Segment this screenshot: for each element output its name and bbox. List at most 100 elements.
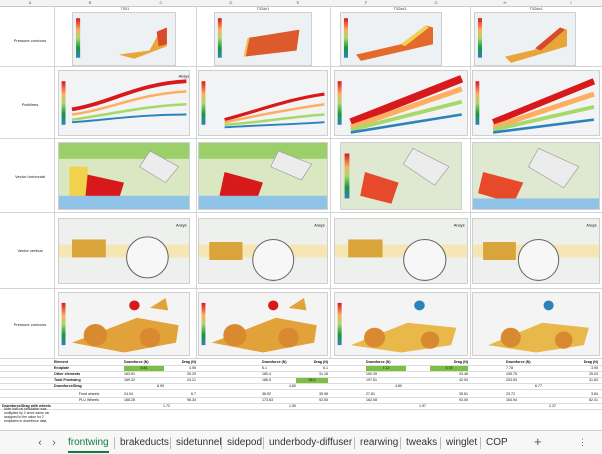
more-sheets-icon[interactable]: ⋮ [578,437,587,448]
sim-image-pressure-wing-3[interactable] [340,12,442,66]
cell[interactable]: 6.77 [506,384,542,389]
cell[interactable]: 197.51 [366,378,402,383]
cell[interactable]: 4.60 [366,384,402,389]
sim-image-pathlines-1[interactable]: Ansys [58,70,190,136]
cell[interactable]: 93.05 [436,398,468,403]
sim-image-pathlines-2[interactable] [198,70,328,136]
cell[interactable]: 163.51 [124,372,164,377]
sim-image-vector-vertical-2[interactable]: Ansys [198,218,328,284]
cell[interactable]: 6.1 [298,366,328,371]
sim-image-vector-horizontal-1[interactable] [58,142,190,210]
cell[interactable]: 23.72 [506,392,542,397]
col-header-b[interactable]: B [54,0,126,7]
cell[interactable]: 5.81 [124,366,164,371]
cell[interactable]: 3.84 [568,392,598,397]
col-header-g[interactable]: G [402,0,470,7]
cell[interactable]: 186.5 [262,378,296,383]
col-header-i[interactable]: I [540,0,602,7]
tab-winglet[interactable]: winglet [446,435,477,451]
tab-sidepod[interactable]: sidepod [227,435,262,451]
sim-image-pressure-car-1[interactable] [58,292,190,356]
cell[interactable]: 203.53 [506,378,542,383]
cell[interactable]: 190.39 [366,372,402,377]
cell[interactable]: 35.81 [436,392,468,397]
cell[interactable]: 4.95 [166,366,196,371]
cell[interactable]: 31.63 [568,378,598,383]
sim-image-pressure-car-2[interactable] [198,292,328,356]
col-header-c[interactable]: C [126,0,196,7]
cell[interactable]: 1.90 [266,404,296,409]
cell[interactable]: 25.03 [568,372,598,377]
cell[interactable]: 169.32 [124,378,164,383]
cell[interactable]: 6.99 [124,384,164,389]
tab-brakeducts[interactable]: brakeducts [120,435,169,451]
tab-frontwing[interactable]: frontwing [68,435,109,453]
next-sheet-arrow-icon[interactable]: › [48,437,60,449]
tab-tweaks[interactable]: tweaks [406,435,437,451]
cell[interactable]: 3.95 [568,366,598,371]
sim-image-vector-vertical-1[interactable]: Ansys [58,218,190,284]
sim-image-pressure-wing-2[interactable] [214,12,312,66]
cell[interactable]: 2.37 [526,404,556,409]
cell[interactable]: 7.12 [366,366,406,371]
sim-image-pressure-wing-4[interactable] [474,12,576,66]
prev-sheet-arrow-icon[interactable]: ‹ [34,437,46,449]
cell[interactable]: 1.72 [140,404,170,409]
cell[interactable]: 36.92 [262,392,296,397]
cell[interactable]: 5.78 [430,366,468,371]
sim-image-vector-vertical-4[interactable]: Ansys [472,218,600,284]
cell[interactable]: 180.4 [262,372,296,377]
svg-text:Ansys: Ansys [586,224,596,228]
sim-image-pathlines-3[interactable] [334,70,468,136]
tab-sidetunnel[interactable]: sidetunnel [176,435,222,451]
cell[interactable]: 173.63 [262,398,296,403]
cell[interactable]: 7.78 [506,366,542,371]
sim-image-vector-vertical-3[interactable]: Ansys [334,218,468,284]
cell[interactable]: 39.29 [166,372,196,377]
cell[interactable]: 27.81 [366,392,402,397]
tab-rearwing[interactable]: rearwing [360,435,398,451]
cell[interactable]: 24.04 [124,392,164,397]
tab-cop[interactable]: COP [486,435,508,451]
cell[interactable]: 195.75 [506,372,542,377]
sim-image-pathlines-4[interactable] [472,70,600,136]
cell[interactable]: 33.46 [436,372,468,377]
cell[interactable]: 42.93 [436,378,468,383]
header-downforce-2: Downforce (N) [262,360,287,364]
cell[interactable]: 24.21 [166,378,196,383]
col-header-f[interactable]: F [330,0,402,7]
add-sheet-plus-icon[interactable]: + [534,434,542,449]
sim-image-vector-horizontal-4[interactable] [472,142,600,210]
svg-text:Ansys: Ansys [179,73,189,78]
note-cell[interactable]: Note half car simulation was multiplied … [4,407,56,423]
col-header-h[interactable]: H [470,0,540,7]
sim-image-pressure-car-3[interactable] [334,292,468,356]
tab-separator [400,437,401,449]
gridline [0,138,602,139]
cell[interactable]: 162.08 [366,398,402,403]
header-drag-3: Drag (N) [453,360,468,364]
cell[interactable]: 168.28 [124,398,164,403]
cell[interactable]: 4.80 [260,384,296,389]
cell[interactable]: 1.97 [396,404,426,409]
cell[interactable]: 38.9 [296,378,328,383]
sim-image-pressure-wing-1[interactable] [72,12,176,66]
cell[interactable]: 31.16 [298,372,328,377]
col-header-d[interactable]: D [196,0,266,7]
cell[interactable]: 164.94 [506,398,542,403]
cell[interactable]: 82.01 [568,398,598,403]
cell[interactable]: 92.55 [298,398,328,403]
config-header-1: TS01 [120,7,130,11]
cell[interactable]: 6.1 [262,366,296,371]
tab-underbody-diffuser[interactable]: underbody-diffuser [269,435,352,451]
tab-separator [480,437,481,449]
sim-image-vector-horizontal-3[interactable] [340,142,462,210]
cell[interactable]: 35.98 [298,392,328,397]
cell[interactable]: 6.7 [166,392,196,397]
col-header-a[interactable]: A [6,0,54,7]
col-header-e[interactable]: E [266,0,330,7]
force-table[interactable]: Element Downforce (N) Drag (N) Downforce… [0,358,602,418]
sim-image-vector-horizontal-2[interactable] [198,142,328,210]
sim-image-pressure-car-4[interactable] [472,292,600,356]
cell[interactable]: 98.34 [166,398,196,403]
